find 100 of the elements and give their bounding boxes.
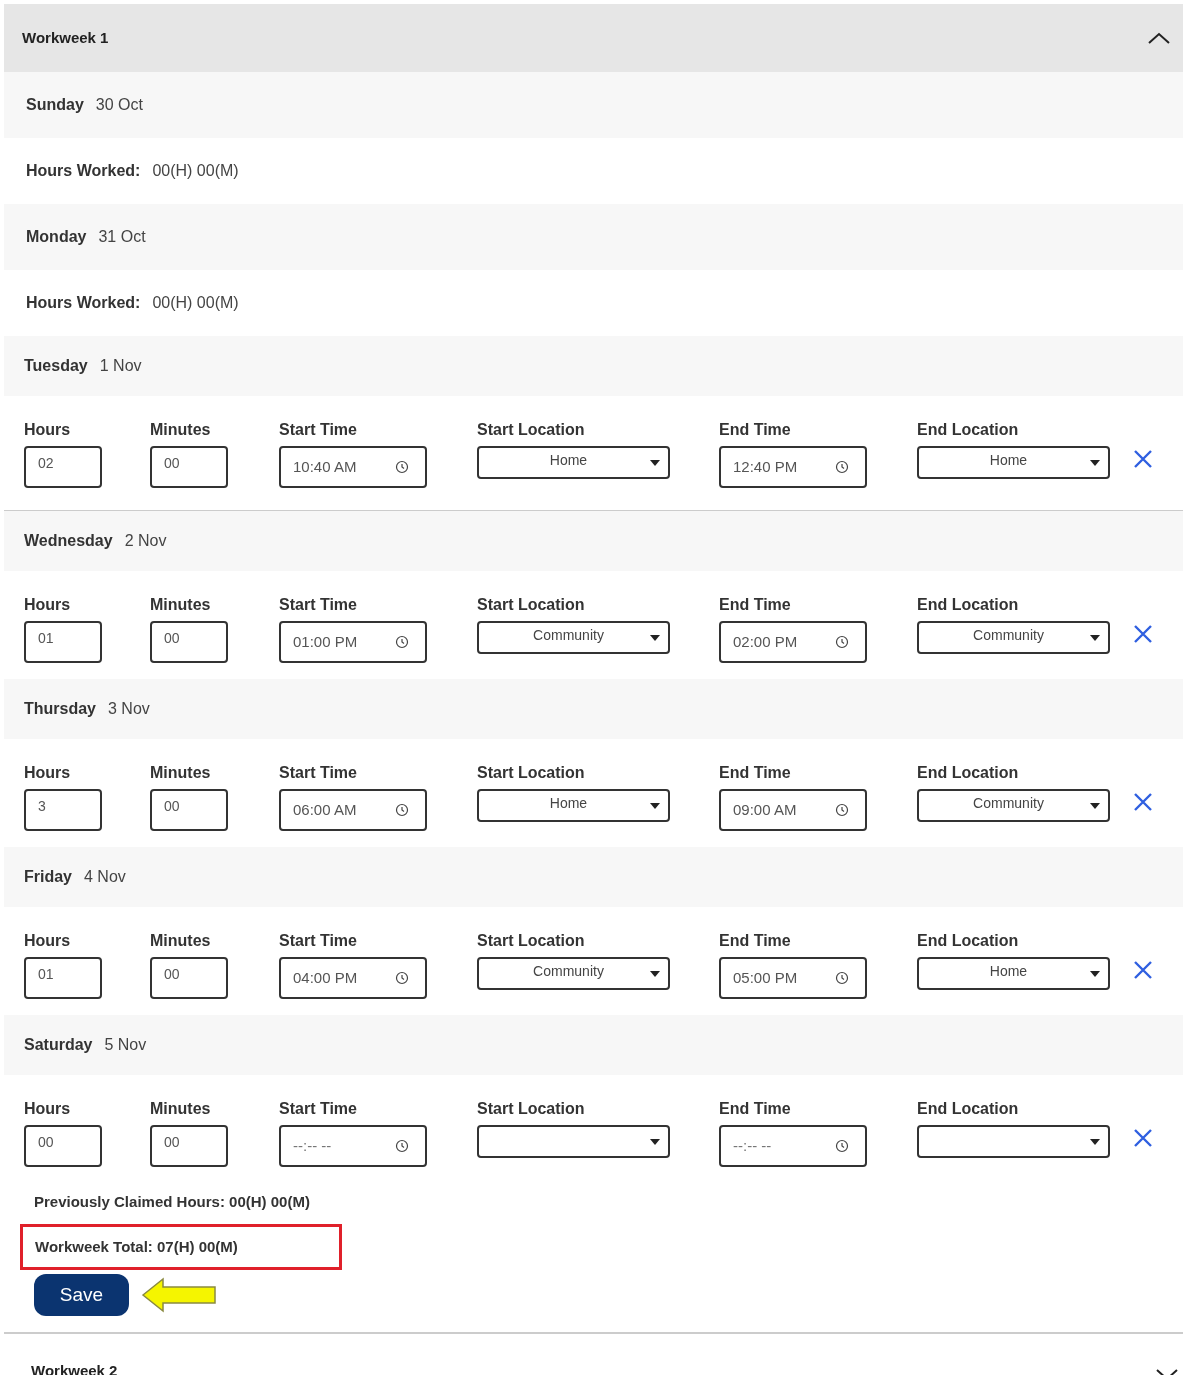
- day-date: 31 Oct: [98, 227, 146, 247]
- field-label: End Time: [719, 931, 792, 951]
- hours-worked-value: 00(H) 00(M): [152, 293, 239, 313]
- time-field[interactable]: 04:00 PM: [279, 957, 427, 999]
- location-dropdown[interactable]: Home: [917, 446, 1110, 479]
- field-label: Start Time: [279, 1099, 358, 1119]
- field-label: Minutes: [150, 763, 212, 783]
- field-label: End Location: [917, 1099, 1020, 1119]
- field-label: Start Time: [279, 931, 358, 951]
- field-label: Minutes: [150, 1099, 212, 1119]
- clock-icon[interactable]: [395, 635, 409, 649]
- time-field[interactable]: 12:40 PM: [719, 446, 867, 488]
- field-label: Start Location: [477, 595, 586, 615]
- hours-worked-value: 00(H) 00(M): [152, 161, 239, 181]
- caret-down-icon: [1090, 634, 1100, 641]
- field-label: End Time: [719, 763, 792, 783]
- clock-icon[interactable]: [835, 635, 849, 649]
- field-label: Hours: [24, 595, 72, 615]
- workweek-header[interactable]: Workweek 2: [4, 1334, 1183, 1375]
- caret-down-icon: [650, 1138, 660, 1145]
- workweek-header[interactable]: Workweek 1: [4, 4, 1183, 72]
- number-field[interactable]: 02: [24, 446, 102, 488]
- field-label: Hours: [24, 1099, 72, 1119]
- caret-down-icon: [650, 459, 660, 466]
- time-field[interactable]: 06:00 AM: [279, 789, 427, 831]
- field-label: Minutes: [150, 931, 212, 951]
- save-button[interactable]: Save: [34, 1274, 129, 1316]
- day-name: Saturday: [24, 1035, 93, 1055]
- location-dropdown[interactable]: Community: [917, 621, 1110, 654]
- clock-icon[interactable]: [395, 1139, 409, 1153]
- number-field[interactable]: 00: [24, 1125, 102, 1167]
- field-label: Start Time: [279, 420, 358, 440]
- field-label: End Location: [917, 595, 1020, 615]
- day-date: 4 Nov: [84, 867, 126, 887]
- number-field[interactable]: 00: [150, 1125, 228, 1167]
- field-label: Start Location: [477, 931, 586, 951]
- field-label: End Location: [917, 420, 1020, 440]
- clock-icon[interactable]: [835, 1139, 849, 1153]
- time-field[interactable]: 01:00 PM: [279, 621, 427, 663]
- number-field[interactable]: 01: [24, 621, 102, 663]
- location-dropdown[interactable]: Home: [477, 789, 670, 822]
- hours-worked-label: Hours Worked:: [26, 161, 141, 181]
- clock-icon[interactable]: [395, 460, 409, 474]
- day-name: Sunday: [26, 95, 84, 115]
- day-name: Monday: [26, 227, 87, 247]
- day-date: 3 Nov: [108, 699, 150, 719]
- field-label: Minutes: [150, 420, 212, 440]
- field-label: Hours: [24, 420, 72, 440]
- field-label: Start Time: [279, 763, 358, 783]
- caret-down-icon: [1090, 802, 1100, 809]
- close-icon[interactable]: [1132, 623, 1154, 645]
- close-icon[interactable]: [1132, 448, 1154, 470]
- day-date: 30 Oct: [95, 95, 143, 115]
- close-icon[interactable]: [1132, 959, 1154, 981]
- location-dropdown[interactable]: [917, 1125, 1110, 1158]
- location-dropdown[interactable]: [477, 1125, 670, 1158]
- caret-down-icon: [650, 970, 660, 977]
- field-label: End Location: [917, 763, 1020, 783]
- day-date: 5 Nov: [104, 1035, 147, 1055]
- clock-icon[interactable]: [835, 803, 849, 817]
- field-label: End Location: [917, 931, 1020, 951]
- number-field[interactable]: 00: [150, 446, 228, 488]
- time-field[interactable]: 02:00 PM: [719, 621, 867, 663]
- number-field[interactable]: 00: [150, 621, 228, 663]
- close-icon[interactable]: [1132, 1127, 1154, 1149]
- time-field[interactable]: 09:00 AM: [719, 789, 867, 831]
- clock-icon[interactable]: [835, 971, 849, 985]
- number-field[interactable]: 3: [24, 789, 102, 831]
- chevron-up-icon[interactable]: [1147, 31, 1171, 45]
- day-name: Wednesday: [24, 531, 113, 551]
- time-field[interactable]: 10:40 AM: [279, 446, 427, 488]
- hours-worked-label: Hours Worked:: [26, 293, 141, 313]
- day-name: Tuesday: [24, 356, 88, 376]
- location-dropdown[interactable]: Community: [477, 621, 670, 654]
- field-label: Hours: [24, 763, 72, 783]
- time-field[interactable]: --:-- --: [279, 1125, 427, 1167]
- time-field[interactable]: --:-- --: [719, 1125, 867, 1167]
- location-dropdown[interactable]: Home: [917, 957, 1110, 990]
- caret-down-icon: [650, 634, 660, 641]
- day-name: Thursday: [24, 699, 96, 719]
- field-label: End Time: [719, 595, 792, 615]
- caret-down-icon: [650, 802, 660, 809]
- number-field[interactable]: 01: [24, 957, 102, 999]
- location-dropdown[interactable]: Community: [917, 789, 1110, 822]
- clock-icon[interactable]: [835, 460, 849, 474]
- caret-down-icon: [1090, 1138, 1100, 1145]
- caret-down-icon: [1090, 459, 1100, 466]
- location-dropdown[interactable]: Community: [477, 957, 670, 990]
- field-label: End Time: [719, 420, 792, 440]
- field-label: End Time: [719, 1099, 792, 1119]
- workweek-total: Workweek Total: 07(H) 00(M): [20, 1223, 342, 1270]
- close-icon[interactable]: [1132, 791, 1154, 813]
- day-name: Friday: [24, 867, 72, 887]
- number-field[interactable]: 00: [150, 789, 228, 831]
- clock-icon[interactable]: [395, 803, 409, 817]
- location-dropdown[interactable]: Home: [477, 446, 670, 479]
- number-field[interactable]: 00: [150, 957, 228, 999]
- field-label: Start Location: [477, 420, 586, 440]
- time-field[interactable]: 05:00 PM: [719, 957, 867, 999]
- clock-icon[interactable]: [395, 971, 409, 985]
